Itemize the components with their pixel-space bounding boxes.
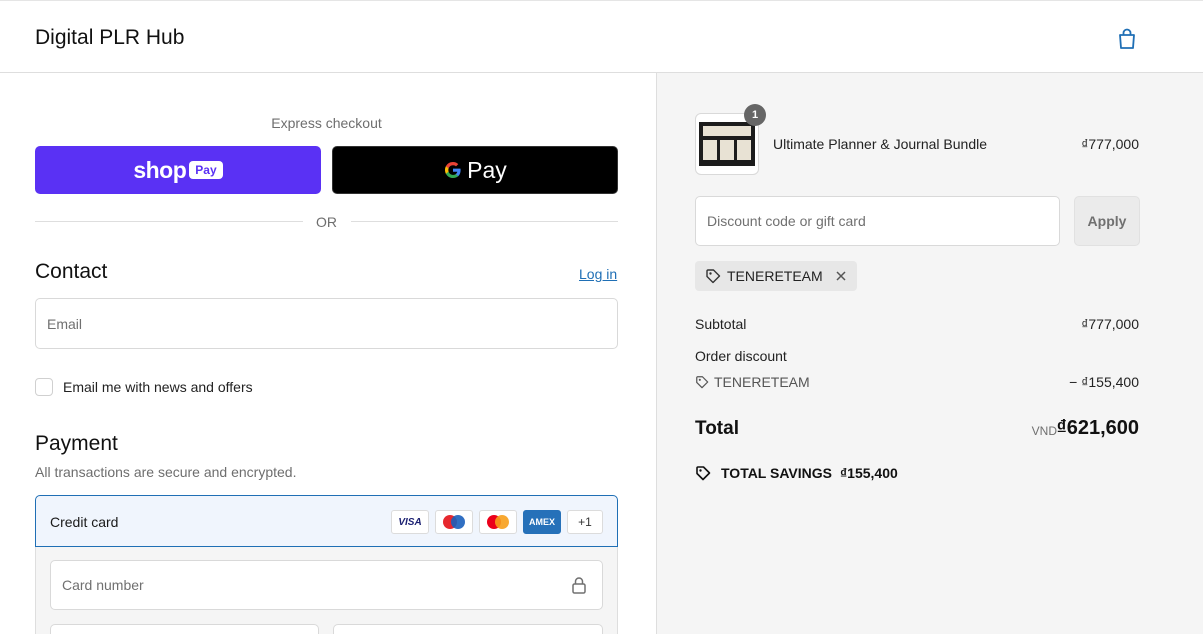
visa-icon: VISA [391, 510, 429, 534]
remove-discount-button[interactable] [835, 270, 847, 282]
shop-pay-pill: Pay [189, 161, 223, 179]
checkout-form: Express checkout shop Pay Pay OR Contact… [0, 73, 656, 634]
more-cards-badge: +1 [567, 510, 603, 534]
applied-code-text: TENERETEAM [727, 268, 823, 284]
google-pay-word: Pay [467, 156, 507, 183]
google-g-icon [445, 162, 461, 178]
payment-subtitle: All transactions are secure and encrypte… [35, 464, 297, 480]
order-summary: 1 Ultimate Planner & Journal Bundle ₫777… [656, 73, 1203, 634]
newsletter-label: Email me with news and offers [63, 379, 253, 395]
applied-discount-chip: TENERETEAM [695, 261, 857, 291]
subtotal-label: Subtotal [695, 316, 747, 332]
credit-card-form [35, 547, 618, 634]
newsletter-checkbox[interactable] [35, 378, 53, 396]
or-text: OR [316, 214, 337, 230]
newsletter-option[interactable]: Email me with news and offers [35, 377, 253, 397]
product-price: ₫777,000 [1081, 136, 1139, 152]
card-number-field[interactable] [50, 560, 603, 610]
checkout-header: Digital PLR Hub [0, 4, 1203, 73]
mastercard-icon [479, 510, 517, 534]
payment-heading: Payment [35, 432, 118, 455]
tag-icon [696, 376, 709, 389]
or-divider: OR [35, 213, 618, 231]
email-input[interactable] [36, 299, 617, 348]
discount-code-row: TENERETEAM [695, 374, 810, 390]
discount-code-field[interactable] [695, 196, 1060, 246]
login-link[interactable]: Log in [579, 266, 617, 282]
quantity-badge: 1 [744, 104, 766, 126]
card-number-input[interactable] [51, 561, 602, 609]
shop-pay-word: shop [133, 156, 187, 183]
subtotal-value: ₫777,000 [1081, 316, 1139, 332]
total-label: Total [695, 418, 739, 439]
discount-code-input[interactable] [696, 197, 1059, 245]
total-value: ₫621,600 [1056, 417, 1139, 439]
security-code-field[interactable] [333, 624, 603, 634]
savings-label: TOTAL SAVINGS [721, 465, 832, 481]
store-name[interactable]: Digital PLR Hub [35, 26, 184, 50]
tag-icon [706, 269, 721, 284]
card-brand-list: VISA AMEX +1 [391, 510, 603, 534]
tag-icon [696, 466, 711, 481]
express-checkout-label: Express checkout [271, 115, 382, 131]
lock-icon [572, 577, 586, 594]
product-image [699, 122, 755, 166]
product-name: Ultimate Planner & Journal Bundle [773, 136, 988, 152]
email-field[interactable] [35, 298, 618, 349]
total-savings: TOTAL SAVINGS ₫155,400 [695, 465, 898, 481]
discount-code-label: TENERETEAM [714, 374, 810, 390]
close-icon [836, 271, 846, 281]
cart-button[interactable] [1112, 24, 1142, 54]
shopping-bag-icon [1119, 28, 1135, 49]
amex-icon: AMEX [523, 510, 561, 534]
google-pay-button[interactable]: Pay [332, 146, 618, 194]
credit-card-label: Credit card [50, 514, 119, 530]
savings-value: ₫155,400 [839, 465, 898, 481]
discount-value: − ₫155,400 [1069, 374, 1139, 390]
contact-heading: Contact [35, 260, 108, 283]
credit-card-option[interactable]: Credit card VISA AMEX +1 [35, 495, 618, 547]
shop-pay-button[interactable]: shop Pay [35, 146, 321, 194]
maestro-icon [435, 510, 473, 534]
expiry-field[interactable] [50, 624, 319, 634]
total-currency: VND [1031, 424, 1057, 438]
order-discount-label: Order discount [695, 348, 787, 364]
apply-discount-button[interactable]: Apply [1074, 196, 1140, 246]
